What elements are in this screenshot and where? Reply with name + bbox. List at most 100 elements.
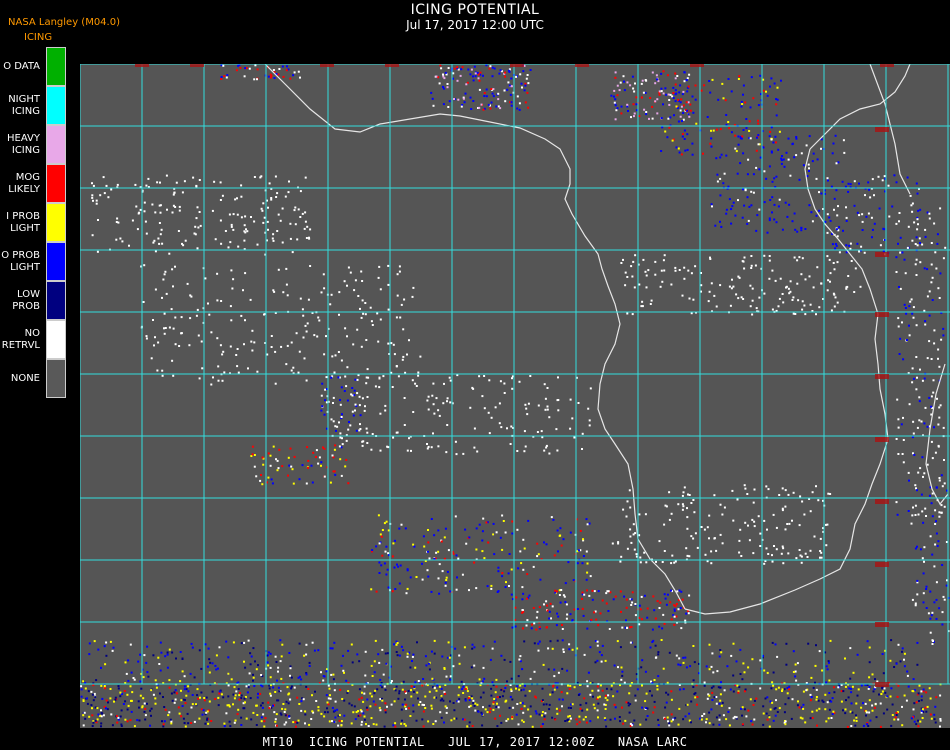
icing-pixel xyxy=(547,668,550,671)
icing-pixel xyxy=(408,437,410,440)
icing-pixel xyxy=(626,500,629,503)
icing-pixel xyxy=(263,725,266,728)
icing-pixel xyxy=(466,725,469,728)
icing-pixel xyxy=(529,375,532,377)
icing-pixel xyxy=(641,659,644,662)
icing-pixel xyxy=(444,581,447,584)
icing-pixel xyxy=(833,305,836,308)
icing-pixel xyxy=(332,420,335,423)
icing-pixel xyxy=(170,308,173,311)
icing-pixel xyxy=(826,177,829,180)
icing-pixel xyxy=(715,702,718,705)
icing-pixel xyxy=(744,688,747,691)
icing-pixel xyxy=(693,511,696,514)
icing-pixel xyxy=(126,720,129,723)
icing-pixel xyxy=(311,710,314,713)
icing-pixel xyxy=(938,297,941,299)
icing-pixel xyxy=(526,619,529,622)
icing-pixel xyxy=(106,708,109,711)
icing-pixel xyxy=(487,103,490,106)
icing-pixel xyxy=(899,337,902,340)
icing-pixel xyxy=(804,228,807,230)
icing-pixel xyxy=(261,456,264,459)
icing-pixel xyxy=(244,666,247,669)
icing-pixel xyxy=(96,707,99,710)
icing-pixel xyxy=(374,689,377,692)
icing-pixel xyxy=(766,528,768,531)
icing-pixel xyxy=(830,717,833,719)
icing-pixel xyxy=(744,188,747,191)
icing-pixel xyxy=(634,699,637,702)
icing-pixel xyxy=(683,486,686,489)
icing-pixel xyxy=(463,718,466,721)
icing-pixel xyxy=(571,648,574,651)
icing-pixel xyxy=(196,688,199,691)
icing-pixel xyxy=(277,268,280,271)
icing-pixel xyxy=(419,355,422,358)
icing-pixel xyxy=(399,316,402,319)
icing-pixel xyxy=(916,545,918,548)
icing-pixel xyxy=(614,76,617,79)
icing-pixel xyxy=(147,675,150,678)
icing-pixel xyxy=(895,662,898,665)
icing-pixel xyxy=(339,403,342,406)
icing-pixel xyxy=(897,643,900,646)
icing-pixel xyxy=(499,536,502,539)
icing-pixel xyxy=(318,456,321,459)
icing-pixel xyxy=(400,303,403,306)
icing-pixel xyxy=(792,671,795,673)
icing-pixel xyxy=(372,700,375,703)
icing-pixel xyxy=(121,240,124,243)
icing-pixel xyxy=(613,664,616,667)
icing-pixel xyxy=(662,613,665,616)
icing-pixel xyxy=(686,77,689,80)
icing-pixel xyxy=(919,467,922,470)
icing-pixel xyxy=(266,220,269,223)
icing-pixel xyxy=(908,324,910,327)
icing-pixel xyxy=(333,371,336,374)
icing-pixel xyxy=(738,551,741,554)
icing-pixel xyxy=(662,259,665,262)
icing-pixel xyxy=(941,564,944,566)
icing-pixel xyxy=(187,685,190,688)
icing-pixel xyxy=(622,258,624,261)
icing-pixel xyxy=(710,145,713,148)
icing-pixel xyxy=(699,717,701,720)
icing-pixel xyxy=(95,202,98,205)
icing-pixel xyxy=(500,654,503,657)
icing-pixel xyxy=(889,659,892,662)
icing-pixel xyxy=(164,708,167,711)
icing-pixel xyxy=(687,101,690,104)
icing-pixel xyxy=(91,234,94,237)
icing-pixel xyxy=(366,396,369,398)
icing-pixel xyxy=(333,689,336,692)
icing-pixel xyxy=(144,707,147,710)
icing-pixel xyxy=(116,721,119,724)
icing-pixel xyxy=(340,724,343,727)
icing-pixel xyxy=(267,206,269,209)
icing-pixel xyxy=(926,425,929,428)
icing-pixel xyxy=(766,696,769,699)
icing-pixel xyxy=(703,528,706,531)
grid-marker xyxy=(190,64,204,67)
icing-pixel xyxy=(379,709,382,712)
icing-pixel xyxy=(360,345,363,348)
icing-pixel xyxy=(378,386,381,389)
icing-pixel xyxy=(685,612,688,615)
icing-pixel xyxy=(346,284,348,287)
icing-pixel xyxy=(521,668,524,671)
icing-pixel xyxy=(138,706,140,709)
icing-pixel xyxy=(449,590,452,593)
icing-pixel xyxy=(939,725,941,728)
icing-pixel xyxy=(455,588,458,591)
icing-pixel xyxy=(847,190,850,193)
icing-pixel xyxy=(446,424,449,426)
icing-pixel xyxy=(536,610,539,613)
icing-pixel xyxy=(328,687,331,690)
icing-pixel xyxy=(545,703,548,706)
icing-pixel xyxy=(670,283,673,286)
icing-pixel xyxy=(812,286,815,289)
icing-pixel xyxy=(936,233,939,236)
icing-pixel xyxy=(690,535,693,538)
icing-pixel xyxy=(325,335,327,338)
